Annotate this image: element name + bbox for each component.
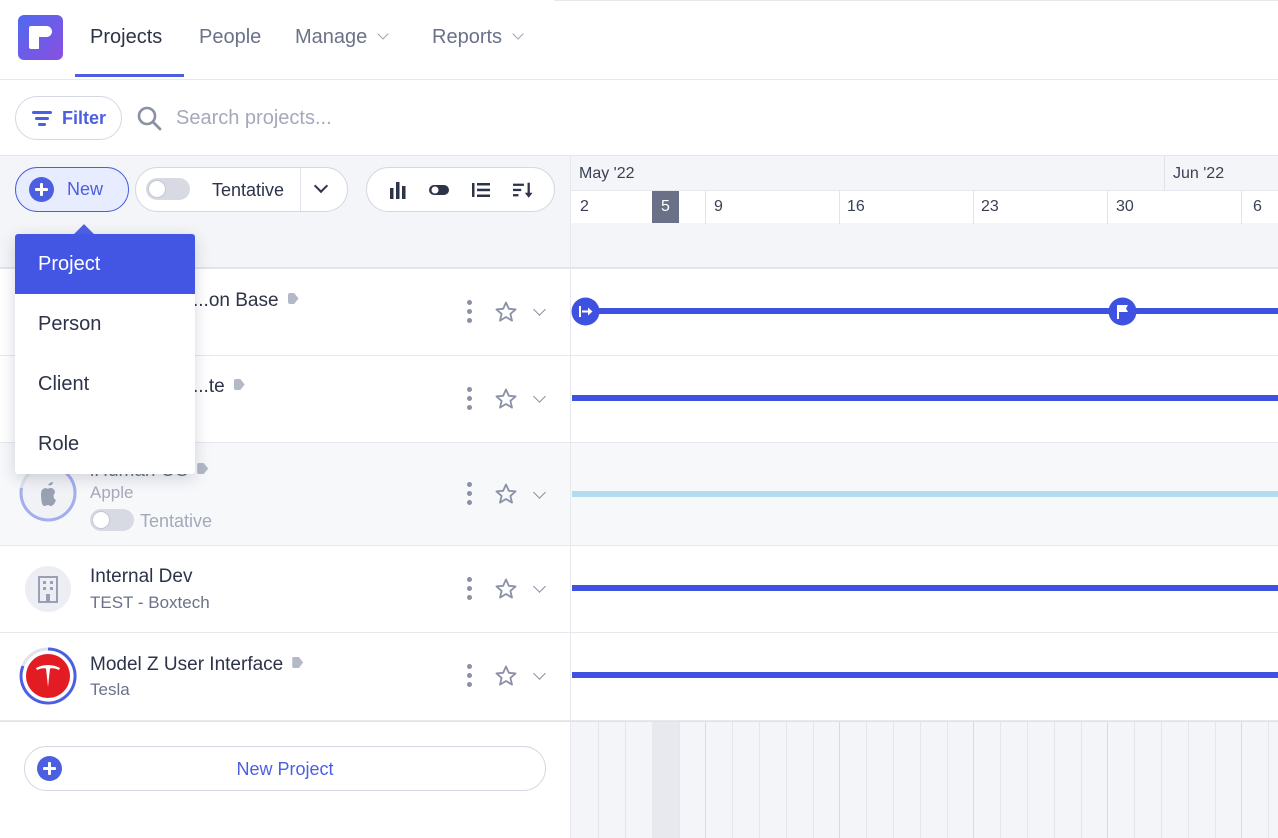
client-avatar-building	[25, 566, 71, 612]
toggle-icon[interactable]	[429, 180, 449, 200]
month-label-may: May '22	[579, 165, 635, 182]
tentative-toggle[interactable]	[146, 178, 190, 200]
client-name: TEST - Boxtech	[90, 593, 210, 612]
project-bar-tentative[interactable]	[572, 491, 1278, 497]
tag-icon	[197, 463, 209, 474]
nav-reports[interactable]: Reports	[432, 26, 524, 49]
more-options-icon[interactable]	[467, 387, 472, 414]
nav-projects[interactable]: Projects	[90, 26, 162, 49]
bar-chart-icon[interactable]	[388, 180, 408, 200]
project-name-text: Model Z User Interface	[90, 654, 284, 675]
menu-item-client[interactable]: Client	[15, 354, 195, 414]
chevron-down-icon[interactable]	[533, 580, 546, 593]
search-icon	[137, 106, 162, 131]
client-avatar-tesla	[19, 647, 77, 705]
sort-icon[interactable]	[513, 180, 533, 200]
nav-top-border	[554, 0, 1278, 1]
client-name: Apple	[90, 483, 134, 502]
star-icon[interactable]	[494, 387, 518, 411]
new-dropdown-menu: Project Person Client Role	[15, 224, 195, 474]
today-marker: 5	[652, 191, 679, 223]
new-project-label: New Project	[236, 759, 334, 779]
active-nav-indicator	[75, 74, 184, 77]
project-bar[interactable]	[572, 672, 1278, 678]
week-label: 2	[580, 198, 589, 215]
project-start-icon[interactable]	[571, 297, 600, 326]
star-icon[interactable]	[494, 300, 518, 324]
tentative-label: Tentative	[212, 180, 285, 200]
new-project-button[interactable]: New Project	[24, 746, 546, 791]
chevron-down-icon[interactable]	[533, 303, 546, 316]
more-options-icon[interactable]	[467, 577, 472, 604]
view-options-group	[366, 167, 555, 212]
nav-reports-label: Reports	[432, 26, 503, 48]
menu-item-project[interactable]: Project	[15, 234, 195, 294]
tentative-options-chevron-icon[interactable]	[313, 178, 329, 194]
top-nav: Projects People Manage Reports	[0, 0, 1278, 80]
project-row[interactable]: Internal Dev TEST - Boxtech	[0, 546, 1278, 633]
chevron-down-icon[interactable]	[533, 667, 546, 680]
project-name[interactable]: Internal Dev	[90, 566, 192, 588]
star-icon[interactable]	[494, 664, 518, 688]
milestone-flag-icon[interactable]	[1108, 297, 1137, 326]
tag-icon	[287, 293, 299, 304]
nav-manage[interactable]: Manage	[295, 26, 389, 49]
filter-icon	[32, 110, 52, 126]
project-name[interactable]: ...on Base	[193, 290, 299, 312]
filter-label: Filter	[62, 107, 107, 128]
month-label-jun: Jun '22	[1173, 165, 1225, 182]
more-options-icon[interactable]	[467, 300, 472, 327]
new-button-label: New	[67, 179, 104, 199]
chevron-down-icon	[512, 28, 524, 40]
plus-icon	[29, 177, 54, 202]
project-bar[interactable]	[585, 308, 1278, 314]
week-label: 16	[847, 198, 865, 215]
tag-icon	[292, 657, 304, 668]
project-name[interactable]: ...te	[193, 376, 245, 398]
more-options-icon[interactable]	[467, 482, 472, 509]
today-column	[652, 722, 679, 838]
filter-button[interactable]: Filter	[15, 96, 122, 140]
search-input[interactable]	[176, 100, 556, 136]
new-button[interactable]: New	[15, 167, 129, 212]
star-icon[interactable]	[494, 577, 518, 601]
list-icon[interactable]	[471, 180, 491, 200]
client-name: Tesla	[90, 680, 130, 699]
menu-item-person[interactable]: Person	[15, 294, 195, 354]
timeline-grid	[570, 721, 1278, 838]
app-logo[interactable]	[18, 15, 63, 60]
week-label: 6	[1253, 198, 1262, 215]
chevron-down-icon[interactable]	[533, 486, 546, 499]
star-icon[interactable]	[494, 482, 518, 506]
week-row: 2 5 9 16 23 30 6	[571, 190, 1278, 224]
menu-item-role[interactable]: Role	[15, 414, 195, 474]
project-bar[interactable]	[572, 395, 1278, 401]
nav-people[interactable]: People	[199, 26, 261, 49]
tentative-toggle-group: Tentative	[135, 167, 348, 212]
project-name-text: ...te	[193, 376, 225, 397]
more-options-icon[interactable]	[467, 664, 472, 691]
tentative-toggle[interactable]	[90, 509, 134, 531]
project-name-text: ...on Base	[193, 290, 279, 311]
week-label: 30	[1116, 198, 1134, 215]
week-label: 23	[981, 198, 999, 215]
chevron-down-icon[interactable]	[533, 390, 546, 403]
tag-icon	[233, 379, 245, 390]
tentative-label: Tentative	[140, 511, 213, 531]
project-row[interactable]: Model Z User Interface Tesla	[0, 633, 1278, 721]
project-name[interactable]: Model Z User Interface	[90, 654, 304, 676]
nav-manage-label: Manage	[295, 26, 368, 48]
week-label: 9	[714, 198, 723, 215]
project-bar[interactable]	[572, 585, 1278, 591]
chevron-down-icon	[377, 28, 389, 40]
